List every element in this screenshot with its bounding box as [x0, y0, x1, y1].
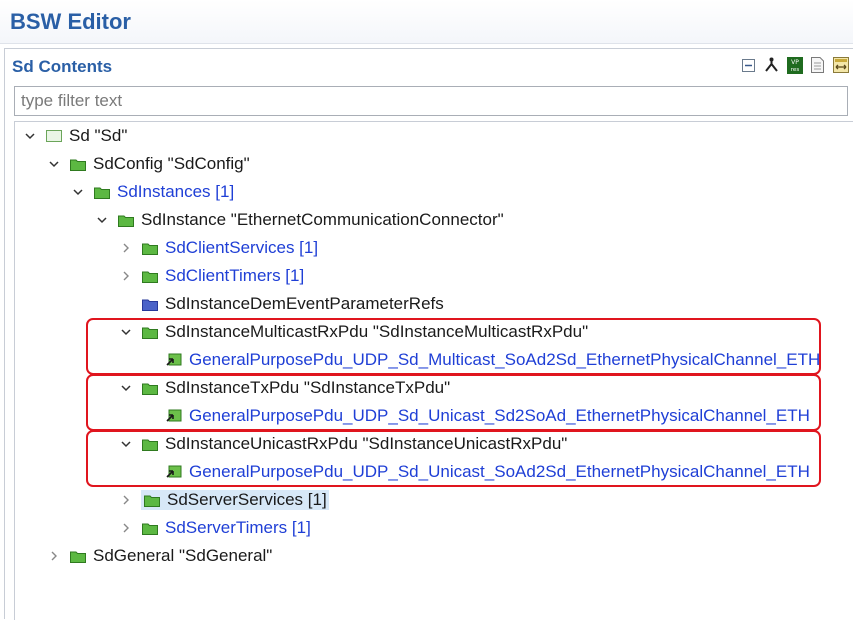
- section-toolbar: VP res: [740, 56, 849, 74]
- tree-item-label: SdInstance "EthernetCommunicationConnect…: [141, 210, 504, 229]
- reference-icon: [165, 408, 183, 424]
- section-header: Sd Contents VP res: [5, 49, 853, 81]
- folder-icon: [141, 268, 159, 284]
- tree-item-tx-pdu-ref[interactable]: GeneralPurposePdu_UDP_Sd_Unicast_Sd2SoAd…: [143, 402, 810, 430]
- tree-item-sdservertimers[interactable]: SdServerTimers [1]: [119, 514, 311, 542]
- expand-chevron-icon[interactable]: [71, 185, 85, 199]
- tree-item-label: SdConfig "SdConfig": [93, 154, 250, 173]
- section-title: Sd Contents: [12, 57, 113, 76]
- expand-chevron-icon[interactable]: [119, 437, 133, 451]
- collapsed-chevron-icon[interactable]: [119, 493, 133, 507]
- folder-icon: [93, 184, 111, 200]
- title-bar: BSW Editor: [0, 0, 853, 44]
- expand-chevron-icon[interactable]: [119, 381, 133, 395]
- tree-item-sdgeneral[interactable]: SdGeneral "SdGeneral": [47, 542, 272, 570]
- app-title: BSW Editor: [10, 9, 131, 34]
- tree-item-sdinstancetxpdu[interactable]: SdInstanceTxPdu "SdInstanceTxPdu": [119, 374, 450, 402]
- selection-highlight: SdServerServices [1]: [141, 490, 329, 510]
- tree-item-unicast-rx-pdu-ref[interactable]: GeneralPurposePdu_UDP_Sd_Unicast_SoAd2Sd…: [143, 458, 810, 486]
- folder-icon: [141, 520, 159, 536]
- tree-item-label: SdInstanceMulticastRxPdu "SdInstanceMult…: [165, 322, 589, 341]
- collapsed-chevron-icon[interactable]: [47, 549, 61, 563]
- collapse-all-icon[interactable]: [740, 57, 757, 74]
- layout-icon[interactable]: [832, 57, 849, 74]
- tree-item-sdinstancedemeventparameterrefs[interactable]: SdInstanceDemEventParameterRefs: [119, 290, 444, 318]
- module-icon: [45, 128, 63, 144]
- expand-chevron-icon[interactable]: [119, 325, 133, 339]
- blue-folder-icon: [141, 296, 159, 312]
- tree-item-label: SdInstanceDemEventParameterRefs: [165, 294, 444, 313]
- folder-icon: [69, 156, 87, 172]
- tree-item-sd[interactable]: Sd "Sd": [23, 122, 127, 150]
- tree-item-sdinstances[interactable]: SdInstances [1]: [71, 178, 234, 206]
- expand-chevron-icon[interactable]: [23, 129, 37, 143]
- folder-icon: [143, 492, 161, 508]
- tree-item-label: SdInstanceTxPdu "SdInstanceTxPdu": [165, 378, 451, 397]
- tree-item-label: Sd "Sd": [69, 126, 128, 145]
- tree-item-sdconfig[interactable]: SdConfig "SdConfig": [47, 150, 250, 178]
- vp-res-icon[interactable]: VP res: [786, 56, 803, 74]
- reference-icon: [165, 464, 183, 480]
- tree-item-label: SdInstances [1]: [117, 182, 235, 201]
- tree-item-sdinstance[interactable]: SdInstance "EthernetCommunicationConnect…: [95, 206, 504, 234]
- vp-res-icon-text-top: VP: [791, 59, 799, 66]
- folder-icon: [141, 380, 159, 396]
- tree-item-sdserverservices[interactable]: SdServerServices [1]: [119, 486, 329, 514]
- tree-item-label: SdInstanceUnicastRxPdu "SdInstanceUnicas…: [165, 434, 568, 453]
- tree-item-label: SdServerTimers [1]: [165, 518, 311, 537]
- tree-item-sdclientservices[interactable]: SdClientServices [1]: [119, 234, 318, 262]
- tree-item-multicast-pdu-ref[interactable]: GeneralPurposePdu_UDP_Sd_Multicast_SoAd2…: [143, 346, 820, 374]
- tree-item-label: SdClientServices [1]: [165, 238, 319, 257]
- folder-icon: [141, 324, 159, 340]
- document-icon[interactable]: [809, 57, 826, 74]
- tree-item-label: GeneralPurposePdu_UDP_Sd_Multicast_SoAd2…: [189, 350, 821, 369]
- collapsed-chevron-icon[interactable]: [119, 241, 133, 255]
- collapsed-chevron-icon[interactable]: [119, 269, 133, 283]
- reference-icon: [165, 352, 183, 368]
- expand-chevron-icon[interactable]: [95, 213, 109, 227]
- tree-item-sdinstanceunicastrxpdu[interactable]: SdInstanceUnicastRxPdu "SdInstanceUnicas…: [119, 430, 567, 458]
- tree-item-label: SdServerServices [1]: [167, 490, 327, 509]
- hierarchy-icon[interactable]: [763, 57, 780, 74]
- folder-icon: [141, 436, 159, 452]
- tree-item-label: GeneralPurposePdu_UDP_Sd_Unicast_Sd2SoAd…: [189, 406, 810, 425]
- tree-item-label: SdClientTimers [1]: [165, 266, 305, 285]
- expand-chevron-icon[interactable]: [47, 157, 61, 171]
- tree-item-label: GeneralPurposePdu_UDP_Sd_Unicast_SoAd2Sd…: [189, 462, 810, 481]
- tree-item-sdclienttimers[interactable]: SdClientTimers [1]: [119, 262, 304, 290]
- tree-view: Sd "Sd" SdConfig "SdConfig" SdInstances …: [14, 121, 853, 620]
- vp-res-icon-text-bottom: res: [790, 67, 799, 73]
- sd-contents-section: Sd Contents VP res type filter text Sd "…: [4, 48, 853, 620]
- folder-icon: [141, 240, 159, 256]
- filter-input[interactable]: [14, 86, 848, 116]
- tree-item-label: SdGeneral "SdGeneral": [93, 546, 273, 565]
- tree-item-sdinstancemulticastrxpdu[interactable]: SdInstanceMulticastRxPdu "SdInstanceMult…: [119, 318, 588, 346]
- folder-icon: [117, 212, 135, 228]
- collapsed-chevron-icon[interactable]: [119, 521, 133, 535]
- folder-icon: [69, 548, 87, 564]
